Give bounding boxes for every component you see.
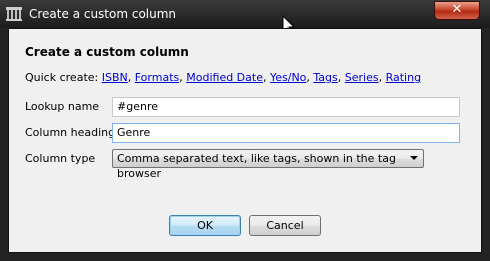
quick-link-isbn[interactable]: ISBN: [102, 71, 128, 84]
title-bar[interactable]: Create a custom column ✕: [0, 0, 490, 28]
quick-link-rating[interactable]: Rating: [386, 71, 421, 84]
close-button[interactable]: ✕: [434, 1, 480, 20]
quick-link-modified-date[interactable]: Modified Date: [186, 71, 263, 84]
cancel-button[interactable]: Cancel: [249, 215, 321, 236]
quick-link-formats[interactable]: Formats: [135, 71, 180, 84]
dialog-window: Create a custom column ✕ Create a custom…: [0, 0, 490, 261]
close-icon: ✕: [451, 2, 463, 17]
window-title: Create a custom column: [29, 7, 177, 21]
lookup-name-label: Lookup name: [25, 100, 100, 113]
column-type-label: Column type: [25, 152, 96, 165]
quick-create-label: Quick create:: [25, 71, 99, 84]
dialog-heading: Create a custom column: [25, 45, 189, 59]
quick-link-yes-no[interactable]: Yes/No: [270, 71, 306, 84]
dialog-body: Create a custom column Quick create: ISB…: [8, 28, 482, 253]
quick-link-series[interactable]: Series: [345, 71, 379, 84]
quick-create-row: Quick create: ISBN, Formats, Modified Da…: [25, 71, 422, 84]
column-heading-input[interactable]: Genre: [112, 123, 460, 143]
lookup-name-input[interactable]: #genre: [112, 97, 460, 117]
column-type-value: Comma separated text, like tags, shown i…: [117, 152, 396, 180]
quick-link-tags[interactable]: Tags: [313, 71, 337, 84]
ok-button[interactable]: OK: [169, 215, 241, 236]
chevron-down-icon: [410, 156, 418, 160]
library-icon: [6, 7, 22, 21]
column-heading-label: Column heading: [25, 126, 116, 139]
column-type-select[interactable]: Comma separated text, like tags, shown i…: [112, 149, 424, 180]
